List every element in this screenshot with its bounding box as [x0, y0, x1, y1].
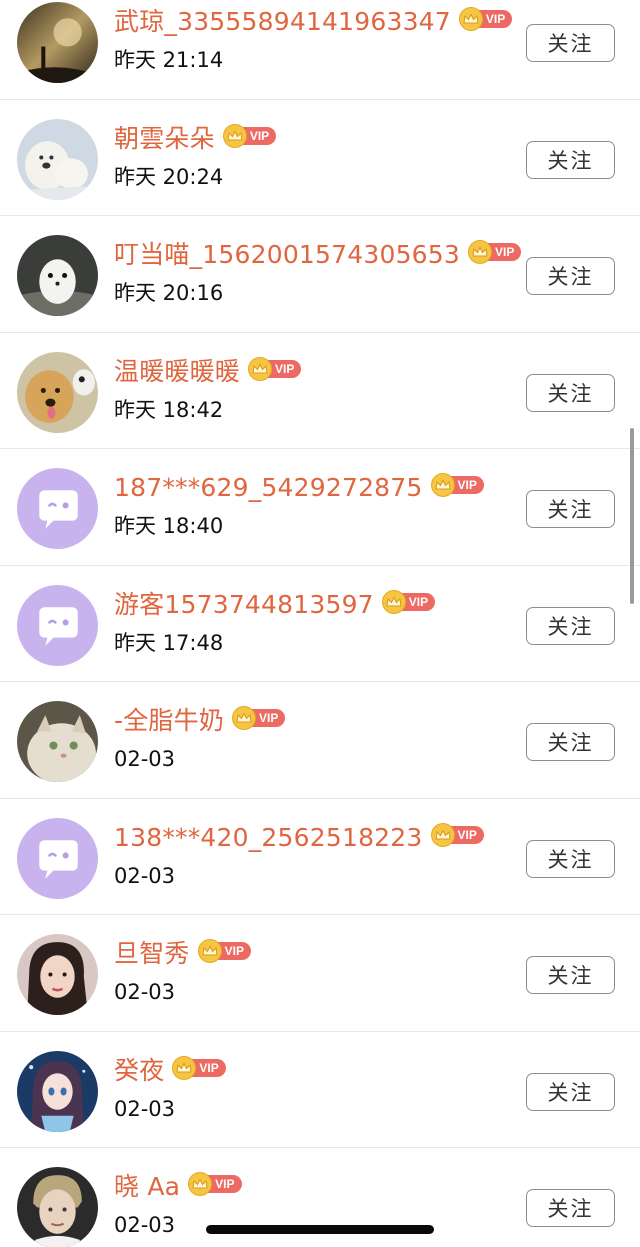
timestamp: 02-03 — [114, 980, 176, 1004]
vip-badge: VIP — [468, 240, 522, 264]
follow-button[interactable]: 关注 — [526, 956, 615, 994]
follow-button[interactable]: 关注 — [526, 839, 615, 878]
crown-icon — [188, 1172, 213, 1196]
timestamp: 昨天 21:14 — [114, 48, 224, 72]
avatar-photo — [17, 2, 98, 83]
timestamp: 02-03 — [114, 1213, 176, 1237]
list-item[interactable]: 朝雲朵朵 VIP 昨天 20:24 关注 — [0, 100, 640, 216]
home-indicator[interactable] — [206, 1225, 434, 1234]
list-item[interactable]: 138***420_2562518223 VIP 02-03 关注 — [0, 799, 640, 915]
follow-button[interactable]: 关注 — [526, 257, 615, 295]
vip-badge: VIP — [430, 822, 484, 847]
vip-badge: VIP — [430, 473, 484, 497]
crown-icon — [430, 473, 455, 497]
vip-badge: VIP — [172, 1055, 226, 1080]
user-name[interactable]: 朝雲朵朵 — [114, 124, 215, 154]
avatar-photo — [17, 118, 98, 200]
vip-badge: VIP — [458, 7, 513, 31]
avatar-photo — [17, 351, 98, 433]
chat-bubble-icon — [17, 584, 98, 666]
user-name[interactable]: 晓 Aa — [114, 1172, 180, 1202]
vip-badge: VIP — [188, 1172, 242, 1196]
avatar[interactable] — [17, 701, 98, 782]
avatar[interactable] — [17, 1167, 98, 1247]
list-item[interactable]: 温暖暖暖暖 VIP 昨天 18:42 关注 — [0, 333, 640, 449]
timestamp: 02-03 — [114, 863, 176, 888]
avatar[interactable] — [17, 468, 98, 549]
crown-icon — [172, 1055, 197, 1080]
chat-bubble-icon — [17, 817, 98, 899]
user-name[interactable]: 癸夜 — [114, 1056, 164, 1086]
list-item[interactable]: 旦智秀 VIP 02-03 关注 — [0, 915, 640, 1032]
avatar-photo — [17, 934, 98, 1015]
follow-button[interactable]: 关注 — [526, 606, 615, 645]
follow-button[interactable]: 关注 — [526, 24, 615, 62]
timestamp: 昨天 20:24 — [114, 164, 224, 189]
crown-icon — [232, 706, 257, 730]
user-name[interactable]: 138***420_2562518223 — [114, 823, 423, 853]
follow-button[interactable]: 关注 — [526, 373, 615, 412]
user-name[interactable]: -全脂牛奶 — [114, 706, 224, 736]
follower-list: 武琼_33555894141963347 VIP 昨天 21:14 关注 朝雲朵… — [0, 0, 640, 1247]
user-name[interactable]: 叮当喵_1562001574305653 — [114, 240, 460, 270]
avatar[interactable] — [17, 934, 98, 1015]
crown-icon — [430, 822, 455, 847]
vip-badge: VIP — [248, 356, 302, 381]
crown-icon — [468, 240, 492, 264]
timestamp: 02-03 — [114, 747, 176, 771]
follow-button[interactable]: 关注 — [526, 490, 615, 528]
user-name[interactable]: 187***629_5429272875 — [114, 473, 423, 503]
avatar-photo — [17, 235, 98, 316]
timestamp: 昨天 18:42 — [114, 397, 224, 422]
list-item[interactable]: 187***629_5429272875 VIP 昨天 18:40 关注 — [0, 449, 640, 566]
list-item[interactable]: -全脂牛奶 VIP 02-03 关注 — [0, 682, 640, 799]
crown-icon — [197, 939, 222, 963]
user-name[interactable]: 游客1573744813597 — [114, 590, 374, 620]
follow-button[interactable]: 关注 — [526, 723, 615, 761]
avatar[interactable] — [17, 584, 98, 666]
avatar[interactable] — [17, 351, 98, 433]
list-item[interactable]: 叮当喵_1562001574305653 VIP 昨天 20:16 关注 — [0, 216, 640, 333]
avatar-photo — [17, 701, 98, 782]
avatar[interactable] — [17, 1050, 98, 1132]
follow-button[interactable]: 关注 — [526, 140, 615, 179]
avatar[interactable] — [17, 2, 98, 83]
user-name[interactable]: 温暖暖暖暖 — [114, 357, 240, 387]
user-name[interactable]: 旦智秀 — [114, 939, 190, 969]
chat-bubble-icon — [17, 468, 98, 549]
avatar[interactable] — [17, 118, 98, 200]
vip-badge: VIP — [232, 706, 286, 730]
timestamp: 昨天 18:40 — [114, 514, 224, 538]
scrollbar[interactable] — [630, 428, 634, 604]
list-item[interactable]: 游客1573744813597 VIP 昨天 17:48 关注 — [0, 566, 640, 682]
timestamp: 昨天 20:16 — [114, 281, 224, 305]
avatar-photo — [17, 1050, 98, 1132]
crown-icon — [381, 589, 406, 614]
vip-badge: VIP — [197, 939, 251, 963]
vip-badge: VIP — [222, 123, 277, 148]
follow-button[interactable]: 关注 — [526, 1189, 615, 1227]
crown-icon — [248, 356, 273, 381]
list-item[interactable]: 武琼_33555894141963347 VIP 昨天 21:14 关注 — [0, 0, 640, 100]
avatar[interactable] — [17, 817, 98, 899]
timestamp: 02-03 — [114, 1096, 176, 1121]
timestamp: 昨天 17:48 — [114, 630, 224, 655]
vip-badge: VIP — [381, 589, 436, 614]
avatar[interactable] — [17, 235, 98, 316]
user-name[interactable]: 武琼_33555894141963347 — [114, 7, 451, 37]
list-item[interactable]: 癸夜 VIP 02-03 关注 — [0, 1032, 640, 1148]
avatar-photo — [17, 1167, 98, 1247]
crown-icon — [458, 7, 483, 31]
crown-icon — [222, 123, 247, 148]
follow-button[interactable]: 关注 — [526, 1072, 615, 1111]
